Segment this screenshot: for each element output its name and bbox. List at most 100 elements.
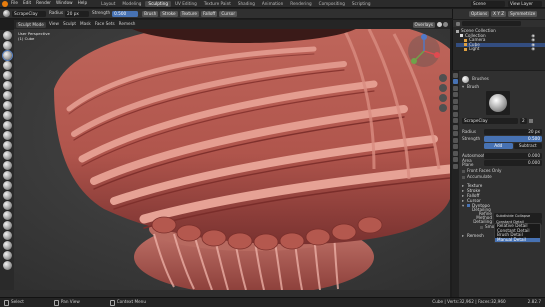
brush-name-field[interactable]: ScrapeClay [462,117,518,124]
falloff-menu[interactable]: Falloff [200,10,218,17]
thumb-brush-icon[interactable] [2,191,12,200]
draw-sharp-brush-icon[interactable] [2,41,12,50]
sculpt-menu[interactable]: Sculpt [63,22,76,26]
inflate-brush-icon[interactable] [2,81,12,90]
modifier-tab-icon[interactable] [453,124,458,130]
stroke-menu[interactable]: Stroke [160,10,178,17]
clay-brush-icon[interactable] [2,51,12,60]
shading-solid-icon[interactable] [437,22,442,27]
elastic-deform-brush-icon[interactable] [2,171,12,180]
tab-layout[interactable]: Layout [98,1,118,7]
direction-add-button[interactable]: Add [484,143,513,149]
view-layer-tab-icon[interactable] [453,98,458,104]
remesh-menu[interactable]: Remesh [119,22,136,26]
crease-brush-icon[interactable] [2,101,12,110]
brush-menu[interactable]: Brush [142,10,159,17]
brush-thumbnail-small-icon[interactable] [462,76,469,83]
outliner-filter-icon[interactable] [456,21,460,26]
scene-selector[interactable]: Scene [471,0,505,7]
menu-file[interactable]: File [11,1,18,5]
pose-brush-icon[interactable] [2,201,12,210]
clay-strips-brush-icon[interactable] [2,61,12,70]
blender-logo-icon[interactable] [2,0,8,7]
menu-render[interactable]: Render [36,1,51,5]
tab-animation[interactable]: Animation [259,1,286,7]
brush-name-field[interactable]: ScrapeClay [12,10,46,17]
mesh-filter-icon[interactable] [2,261,12,270]
box-mask-icon[interactable] [2,241,12,250]
3d-viewport[interactable] [14,29,450,290]
symmetry-axes[interactable]: X Y Z [491,11,507,17]
brush-thumbnail[interactable] [486,91,510,115]
world-tab-icon[interactable] [453,111,458,117]
dropdown-option-manual-detail[interactable]: Manual Detail [495,237,540,242]
navigation-gizmo[interactable] [404,31,444,71]
brush-panel-header[interactable]: ▾ Brush [462,84,542,89]
object-tab-icon[interactable] [453,118,458,123]
tool-settings-tab-icon[interactable] [453,72,458,78]
perspective-toggle-icon[interactable] [439,104,447,112]
outliner-search-input[interactable] [462,21,521,26]
brush-preview-icon[interactable] [3,10,10,17]
strength-field[interactable]: 0.500 [112,10,139,17]
scrape-brush-icon[interactable] [2,141,12,150]
tab-scripting[interactable]: Scripting [349,1,374,7]
annotate-icon[interactable] [2,251,12,260]
tab-texture-paint[interactable]: Texture Paint [201,1,234,7]
smooth-shading-checkbox[interactable] [480,226,483,229]
accumulate-checkbox[interactable] [462,176,465,179]
plane-offset-field[interactable]: 0.000 [484,160,542,166]
mode-selector[interactable]: Sculpt Mode [16,21,46,28]
pinch-brush-icon[interactable] [2,151,12,160]
menu-edit[interactable]: Edit [23,1,31,5]
radius-prop-field[interactable]: 20 px [484,129,542,135]
blob-brush-icon[interactable] [2,91,12,100]
texture-tab-icon[interactable] [453,163,458,169]
view-layer-selector[interactable]: View Layer [508,0,542,7]
accumulate-row[interactable]: Accumulate [462,175,542,180]
visibility-eye-icon[interactable]: ◉ [531,46,535,52]
tab-uv-editing[interactable]: UV Editing [172,1,200,7]
zoom-icon[interactable] [439,74,447,82]
overlays-button[interactable]: Overlays [412,21,435,28]
smooth-brush-icon[interactable] [2,111,12,120]
radius-field[interactable]: 20 px [65,10,90,17]
material-tab-icon[interactable] [453,157,458,162]
menu-help[interactable]: Help [78,1,88,5]
output-tab-icon[interactable] [453,92,458,97]
nudge-brush-icon[interactable] [2,211,12,220]
autosmooth-field[interactable]: 0.000 [484,153,542,159]
fill-brush-icon[interactable] [2,131,12,140]
brush-users-count[interactable]: 2 [520,117,527,124]
texture-menu[interactable]: Texture [179,10,199,17]
tab-compositing[interactable]: Compositing [316,1,348,7]
fake-user-icon[interactable] [528,118,533,123]
tab-sculpting[interactable]: Sculpting [145,0,171,7]
pan-icon[interactable] [439,84,447,92]
menu-window[interactable]: Window [56,1,73,5]
particles-tab-icon[interactable] [453,131,458,136]
scene-tab-icon[interactable] [453,105,458,110]
front-faces-checkbox[interactable] [462,170,465,173]
dyntopo-checkbox[interactable] [467,204,470,207]
direction-subtract-button[interactable]: Subtract [513,143,542,149]
front-faces-row[interactable]: Front Faces Only [462,169,542,174]
tab-rendering[interactable]: Rendering [287,1,314,7]
symmetrize-menu[interactable]: Symmetrize [508,11,538,17]
physics-tab-icon[interactable] [453,137,458,143]
data-tab-icon[interactable] [453,150,458,156]
outliner-item-light[interactable]: Light ◉ [456,46,545,52]
tab-shading[interactable]: Shading [235,1,258,7]
view-menu[interactable]: View [49,22,59,26]
constraints-tab-icon[interactable] [453,144,458,149]
shading-material-icon[interactable] [443,22,448,27]
render-tab-icon[interactable] [453,85,458,91]
rotate-brush-icon[interactable] [2,221,12,230]
options-menu[interactable]: Options [469,11,490,17]
mask-brush-icon[interactable] [2,231,12,240]
face-sets-menu[interactable]: Face Sets [95,22,115,26]
grab-brush-icon[interactable] [2,161,12,170]
camera-view-icon[interactable] [439,94,447,102]
flatten-brush-icon[interactable] [2,121,12,130]
strength-prop-field[interactable]: 0.500 [484,136,542,142]
